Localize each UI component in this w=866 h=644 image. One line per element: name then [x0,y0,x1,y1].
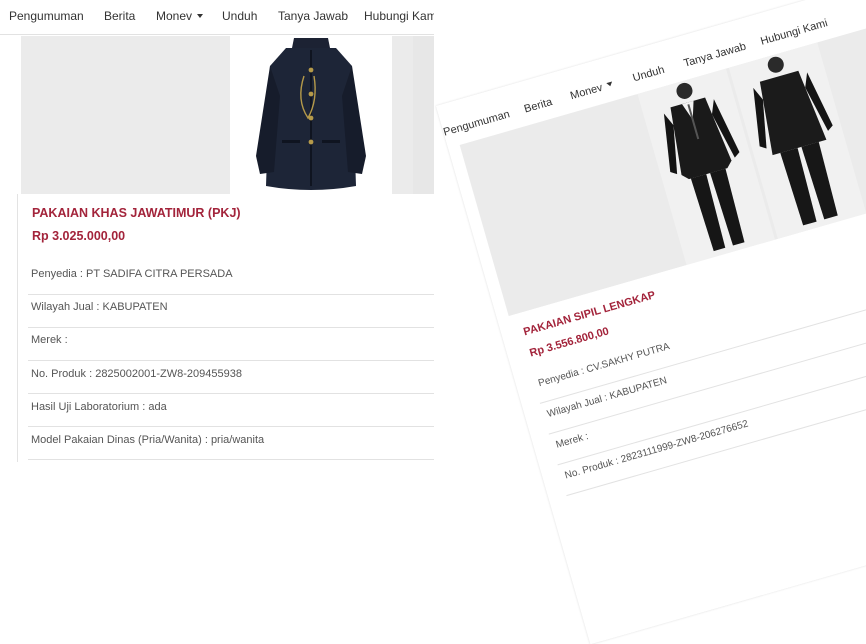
row-divider [28,327,434,328]
row-divider [28,294,434,295]
row-divider [28,393,434,394]
caret-down-icon [606,81,614,88]
info-wilayah-jual: Wilayah Jual : KABUPATEN [31,301,168,313]
nav-unduh[interactable]: Unduh [631,64,665,84]
product-image-area [21,36,434,194]
product-listing-screenshot-right: Pengumuman Berita Monev Unduh Tanya Jawa… [436,0,866,644]
card-border [17,194,18,462]
info-penyedia: Penyedia : PT SADIFA CITRA PERSADA [31,268,233,280]
nav-pengumuman[interactable]: Pengumuman [9,9,84,23]
info-hasil-uji: Hasil Uji Laboratorium : ada [31,401,167,413]
row-divider [28,426,434,427]
nav-berita[interactable]: Berita [104,9,135,23]
product-photo[interactable] [230,36,392,194]
nav-tanya-jawab[interactable]: Tanya Jawab [278,9,348,23]
nav-hubungi-kami[interactable]: Hubungi Kami [364,9,434,23]
nav-monev-label: Monev [156,9,193,23]
nav-monev-dropdown[interactable]: Monev [156,9,204,23]
top-navbar: Pengumuman Berita Monev Unduh Tanya Jawa… [0,0,434,35]
nav-unduh[interactable]: Unduh [222,9,257,23]
nav-monev-dropdown[interactable]: Monev [568,79,615,103]
jacket-image [256,38,366,190]
product-card: PAKAIAN KHAS JAWATIMUR (PKJ) Rp 3.025.00… [21,194,434,468]
product-title[interactable]: PAKAIAN KHAS JAWATIMUR (PKJ) [32,206,241,220]
info-no-produk: No. Produk : 2825002001-ZW8-209455938 [31,368,242,380]
product-listing-screenshot-left: Pengumuman Berita Monev Unduh Tanya Jawa… [0,0,434,468]
product-photo-next[interactable] [413,36,434,194]
nav-monev-label: Monev [568,81,605,103]
nav-berita[interactable]: Berita [523,96,554,115]
row-divider [28,360,434,361]
row-divider [28,459,434,460]
info-model-pakaian: Model Pakaian Dinas (Pria/Wanita) : pria… [31,434,265,446]
info-merek: Merek : [31,334,68,346]
info-merek: Merek : [554,431,590,451]
product-price: Rp 3.025.000,00 [32,229,126,243]
caret-down-icon [197,14,204,18]
